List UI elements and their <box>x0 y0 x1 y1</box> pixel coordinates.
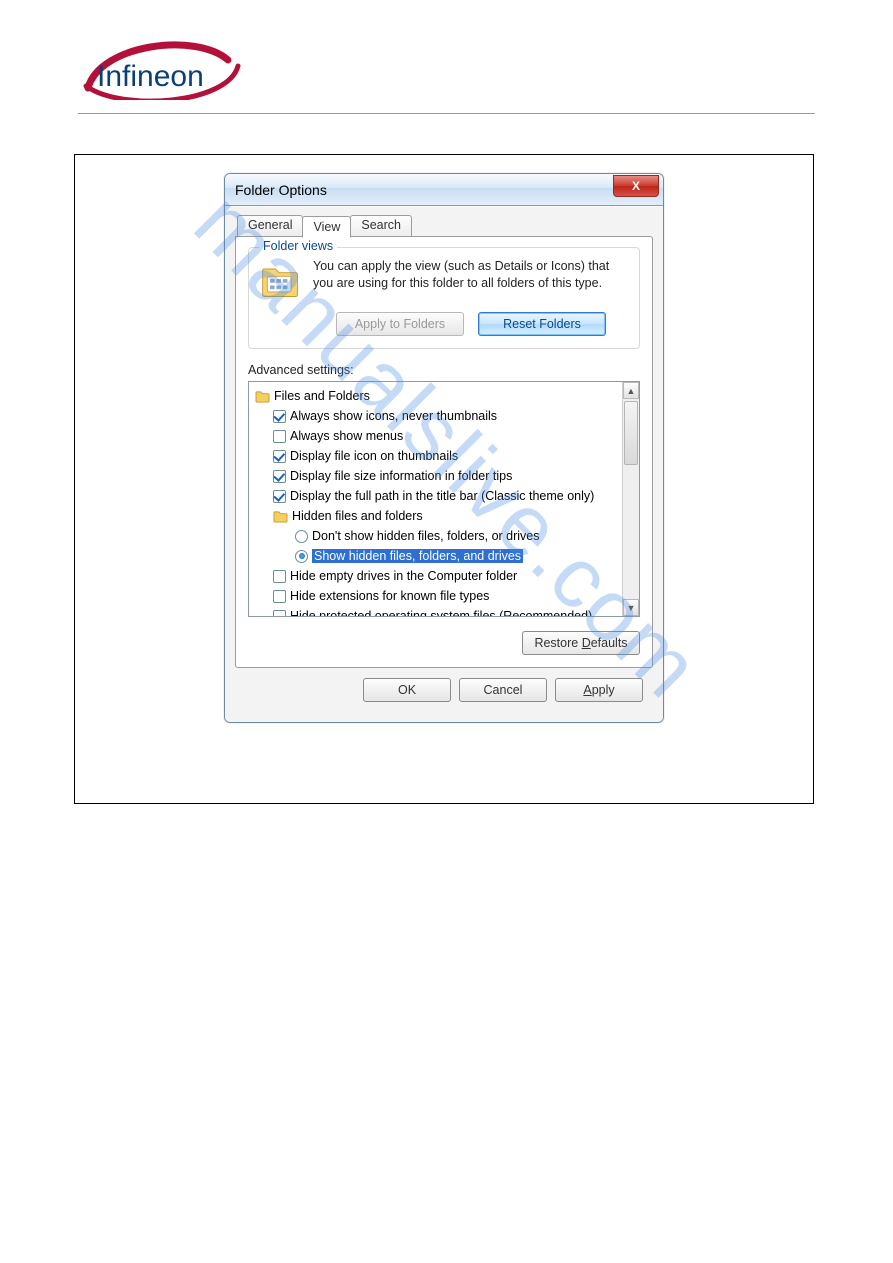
tree-root-files-and-folders[interactable]: Files and Folders <box>253 386 620 406</box>
close-button[interactable]: X <box>613 175 659 197</box>
folder-icon <box>255 390 270 403</box>
checkbox-icon <box>273 450 286 463</box>
tree-item-display-file-size-tips[interactable]: Display file size information in folder … <box>253 466 620 486</box>
tree-item-hide-empty-drives[interactable]: Hide empty drives in the Computer folder <box>253 566 620 586</box>
tree-item-display-file-icon-thumbs[interactable]: Display file icon on thumbnails <box>253 446 620 466</box>
checkbox-icon <box>273 470 286 483</box>
tree-label: Hide empty drives in the Computer folder <box>290 566 517 586</box>
tab-search[interactable]: Search <box>350 215 412 237</box>
ok-button[interactable]: OK <box>363 678 451 702</box>
tree-item-show-hidden[interactable]: Show hidden files, folders, and drives <box>253 546 620 566</box>
checkbox-icon <box>273 590 286 603</box>
tree-label: Don't show hidden files, folders, or dri… <box>312 526 540 546</box>
tree-item-display-full-path[interactable]: Display the full path in the title bar (… <box>253 486 620 506</box>
advanced-settings-tree: Files and Folders Always show icons, nev… <box>248 381 640 617</box>
tab-strip: General View Search <box>235 215 653 237</box>
dialog-title: Folder Options <box>235 182 327 198</box>
tree-label: Hide extensions for known file types <box>290 586 489 606</box>
scroll-down-button[interactable]: ▼ <box>623 599 639 616</box>
radio-icon <box>295 550 308 563</box>
checkbox-icon <box>273 570 286 583</box>
tree-scrollbar[interactable]: ▲ ▼ <box>622 382 639 616</box>
button-label: Restore Defaults <box>534 636 627 650</box>
apply-button[interactable]: Apply <box>555 678 643 702</box>
advanced-settings-label: Advanced settings: <box>248 363 640 377</box>
scroll-up-button[interactable]: ▲ <box>623 382 639 399</box>
checkbox-icon <box>273 410 286 423</box>
svg-text:Infineon: Infineon <box>97 60 204 93</box>
button-label: Apply <box>583 683 614 697</box>
tree-label: Display file icon on thumbnails <box>290 446 458 466</box>
tree-item-dont-show-hidden[interactable]: Don't show hidden files, folders, or dri… <box>253 526 620 546</box>
tree-label: Display the full path in the title bar (… <box>290 486 594 506</box>
folder-views-group: Folder views You can apply the view ( <box>248 247 640 349</box>
figure-frame: Folder Options X General View Search Fol… <box>74 154 814 804</box>
cancel-button[interactable]: Cancel <box>459 678 547 702</box>
tab-general[interactable]: General <box>237 215 303 237</box>
tree-item-hide-protected-os-files[interactable]: Hide protected operating system files (R… <box>253 606 620 616</box>
radio-icon <box>295 530 308 543</box>
folder-views-icon <box>259 258 303 302</box>
folder-icon <box>273 510 288 523</box>
tree-item-always-show-menus[interactable]: Always show menus <box>253 426 620 446</box>
tree-item-hide-extensions[interactable]: Hide extensions for known file types <box>253 586 620 606</box>
folder-options-dialog: Folder Options X General View Search Fol… <box>224 173 664 723</box>
folder-views-description: You can apply the view (such as Details … <box>313 258 629 302</box>
tree-label: Files and Folders <box>274 386 370 406</box>
infineon-logo: Infineon <box>78 38 815 103</box>
tree-label: Hidden files and folders <box>292 506 423 526</box>
checkbox-icon <box>273 610 286 617</box>
dialog-titlebar: Folder Options X <box>225 174 663 206</box>
tree-item-hidden-files-folder[interactable]: Hidden files and folders <box>253 506 620 526</box>
dialog-footer: OK Cancel Apply <box>235 668 653 712</box>
tab-panel-view: Folder views You can apply the view ( <box>235 236 653 668</box>
restore-defaults-button[interactable]: Restore Defaults <box>522 631 640 655</box>
scroll-track[interactable] <box>623 399 639 599</box>
checkbox-icon <box>273 430 286 443</box>
dialog-body: General View Search Folder views <box>225 206 663 722</box>
tree-label: Always show icons, never thumbnails <box>290 406 497 426</box>
tab-view[interactable]: View <box>302 216 351 238</box>
header-rule <box>78 113 815 114</box>
tree-label: Show hidden files, folders, and drives <box>312 546 523 566</box>
apply-to-folders-button[interactable]: Apply to Folders <box>336 312 464 336</box>
tree-label: Display file size information in folder … <box>290 466 512 486</box>
scroll-thumb[interactable] <box>624 401 638 465</box>
reset-folders-button[interactable]: Reset Folders <box>478 312 606 336</box>
close-icon: X <box>632 179 640 193</box>
tree-item-always-show-icons[interactable]: Always show icons, never thumbnails <box>253 406 620 426</box>
folder-views-group-title: Folder views <box>259 239 337 253</box>
tree-label: Hide protected operating system files (R… <box>290 606 592 616</box>
tree-label: Always show menus <box>290 426 403 446</box>
checkbox-icon <box>273 490 286 503</box>
